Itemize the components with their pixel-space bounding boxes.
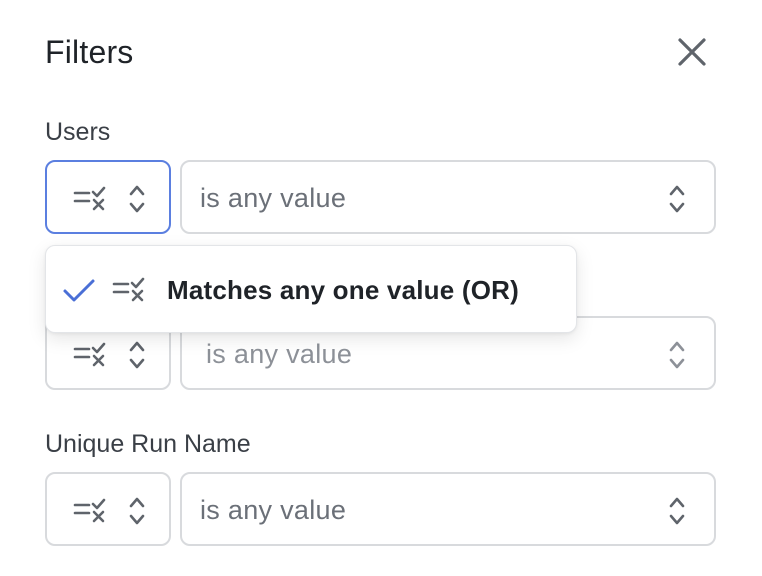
close-button[interactable]: [672, 32, 712, 72]
filter-label-unique-run-name: Unique Run Name: [45, 430, 251, 458]
value-select-unique-run-name[interactable]: is any value: [180, 472, 716, 546]
match-mode-select-unique-run-name[interactable]: [45, 472, 171, 546]
close-icon: [678, 38, 706, 66]
match-mode-icon: [73, 342, 106, 367]
match-mode-dropdown: Matches any one value (OR): [45, 245, 577, 333]
match-mode-icon: [73, 498, 106, 523]
dropdown-option-match-any[interactable]: Matches any one value (OR): [46, 246, 576, 332]
check-icon: [63, 279, 95, 302]
match-mode-icon: [112, 277, 145, 302]
panel-title: Filters: [45, 34, 134, 70]
match-mode-select-users[interactable]: [45, 160, 171, 234]
chevron-up-down-icon: [129, 497, 145, 525]
value-select-placeholder: is any value: [200, 495, 347, 525]
chevron-up-down-icon: [669, 185, 685, 213]
chevron-up-down-icon: [129, 341, 145, 369]
chevron-up-down-icon: [669, 341, 685, 369]
value-select-users[interactable]: is any value: [180, 160, 716, 234]
chevron-up-down-icon: [129, 185, 145, 213]
value-select-placeholder: is any value: [206, 339, 353, 369]
chevron-up-down-icon: [669, 497, 685, 525]
filter-label-users: Users: [45, 118, 111, 146]
value-select-placeholder: is any value: [200, 183, 347, 213]
dropdown-option-label: Matches any one value (OR): [167, 275, 519, 305]
filters-panel: Filters Users is any value Matches any o…: [0, 0, 762, 576]
match-mode-icon: [73, 186, 106, 211]
